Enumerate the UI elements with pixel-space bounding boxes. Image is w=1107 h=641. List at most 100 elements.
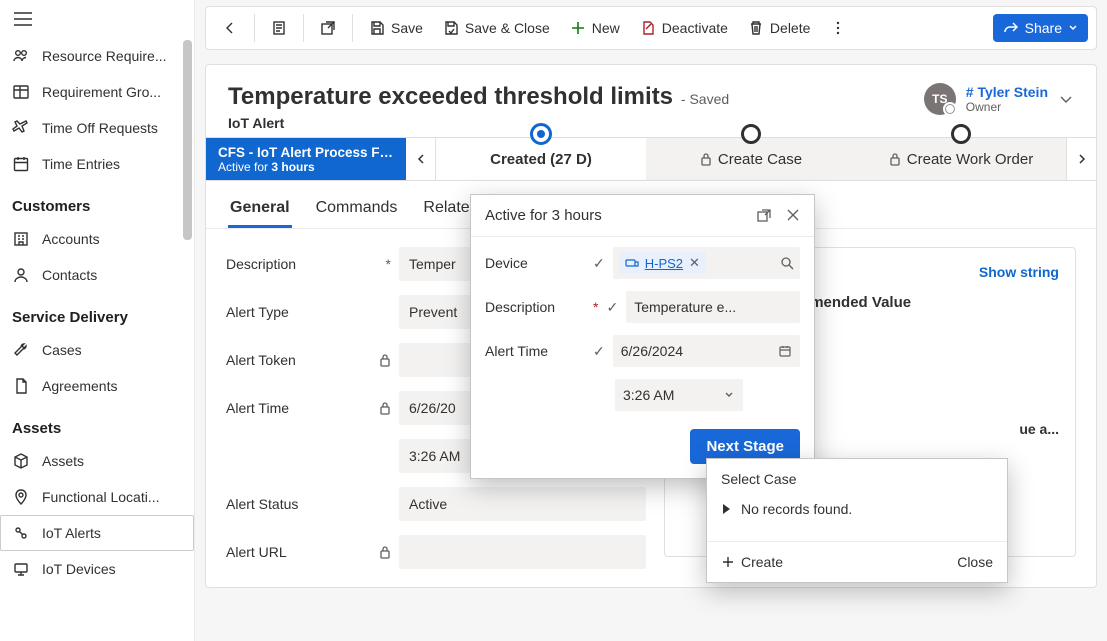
bpf-next[interactable] [1066,138,1096,180]
nav-label: Resource Require... [42,48,182,64]
bpf: CFS - IoT Alert Process Fl... Active for… [206,137,1096,181]
nav-accounts[interactable]: Accounts [0,221,194,257]
nav-label: Assets [42,453,182,469]
bpf-stage-create-case[interactable]: Create Case [646,138,856,180]
tab-general[interactable]: General [228,191,292,228]
bpf-title: CFS - IoT Alert Process Fl... [218,145,394,160]
plane-icon [12,119,30,137]
bpf-stage-create-wo[interactable]: Create Work Order [856,138,1066,180]
nav-iot-devices[interactable]: IoT Devices [0,551,194,587]
nav-label: Requirement Gro... [42,84,182,100]
close-icon[interactable] [786,208,800,224]
document-icon [12,377,30,395]
fly-description-input[interactable]: Temperature e... [626,291,800,323]
nav-functional-locations[interactable]: Functional Locati... [0,479,194,515]
section-customers: Customers [0,182,194,221]
ai-row-c: ue a... [1019,421,1059,437]
grid-icon [12,83,30,101]
fly-alert-time-time: 3:26 AM [485,379,800,411]
stage-circle-icon [741,124,761,144]
cube-icon [12,452,30,470]
popup-title: Select Case [721,471,993,487]
owner-role: Owner [966,100,1048,114]
tab-commands[interactable]: Commands [314,191,400,228]
overflow-button[interactable] [822,14,854,42]
check-icon: ✓ [606,299,618,316]
nav-time-off[interactable]: Time Off Requests [0,110,194,146]
hamburger-button[interactable] [0,0,194,38]
remove-device-icon[interactable]: ✕ [689,255,700,271]
bpf-stage-created[interactable]: Created (27 D) [436,138,646,180]
popup-create-button[interactable]: Create [721,554,783,570]
save-label: Save [391,20,423,36]
device-icon [12,560,30,578]
delete-button[interactable]: Delete [740,14,818,42]
lock-icon [889,152,901,166]
device-chip-label: H-PS2 [645,256,683,271]
share-label: Share [1025,20,1062,36]
calendar-icon[interactable] [778,344,792,358]
bpf-name[interactable]: CFS - IoT Alert Process Fl... Active for… [206,138,406,180]
device-icon [625,256,639,270]
popup-close-button[interactable]: Close [957,554,993,570]
people-icon [12,47,30,65]
deactivate-label: Deactivate [662,20,728,36]
sidebar-scrollbar[interactable] [181,0,195,641]
lock-icon [700,152,712,166]
section-assets: Assets [0,404,194,443]
save-close-button[interactable]: Save & Close [435,14,558,42]
alert-status-input[interactable]: Active [399,487,646,521]
required-icon: * [386,256,391,272]
caret-right-icon [721,503,731,515]
nav-label: Agreements [42,378,182,394]
fly-time-input[interactable]: 3:26 AM [615,379,743,411]
fly-alert-time: Alert Time ✓ 6/26/2024 [485,335,800,367]
flyout-title: Active for 3 hours [485,207,602,224]
field-alert-url: Alert URL [226,535,646,569]
nav-resource-requirements[interactable]: Resource Require... [0,38,194,74]
iot-alert-icon [12,524,30,542]
nav-label: IoT Alerts [42,525,182,541]
nav-label: Time Off Requests [42,120,182,136]
form-selector-button[interactable] [263,14,295,42]
nav-iot-alerts[interactable]: IoT Alerts [0,515,194,551]
fly-date-input[interactable]: 6/26/2024 [613,335,800,367]
device-chip[interactable]: H-PS2 ✕ [619,252,706,274]
search-icon[interactable] [780,256,794,270]
new-button[interactable]: New [562,14,628,42]
field-label: Description [226,256,296,272]
fly-label: Alert Time [485,343,585,359]
popout-icon[interactable] [756,208,772,224]
deactivate-button[interactable]: Deactivate [632,14,736,42]
stage-label: Create Case [718,151,802,168]
device-lookup[interactable]: H-PS2 ✕ [613,247,800,279]
stage-circle-icon [951,124,971,144]
nav-assets[interactable]: Assets [0,443,194,479]
bpf-prev[interactable] [406,138,436,180]
chevron-down-icon[interactable] [723,389,735,401]
field-alert-status: Alert Status Active [226,487,646,521]
required-icon: * [593,299,598,315]
nav-label: Contacts [42,267,182,283]
nav-time-entries[interactable]: Time Entries [0,146,194,182]
stage-label: Create Work Order [907,151,1033,168]
fly-device: Device ✓ H-PS2 ✕ [485,247,800,279]
nav-cases[interactable]: Cases [0,332,194,368]
share-button[interactable]: Share [993,14,1088,42]
nav-contacts[interactable]: Contacts [0,257,194,293]
building-icon [12,230,30,248]
nav-label: Cases [42,342,182,358]
lock-icon [379,401,391,415]
nav-agreements[interactable]: Agreements [0,368,194,404]
nav-label: IoT Devices [42,561,182,577]
open-new-window-button[interactable] [312,14,344,42]
field-label: Alert URL [226,544,287,560]
location-icon [12,488,30,506]
nav-requirement-groups[interactable]: Requirement Gro... [0,74,194,110]
back-button[interactable] [214,14,246,42]
save-button[interactable]: Save [361,14,431,42]
show-string-link[interactable]: Show string [979,264,1059,280]
alert-url-input[interactable] [399,535,646,569]
save-close-label: Save & Close [465,20,550,36]
owner-control[interactable]: TS # Tyler Stein Owner [924,83,1074,115]
